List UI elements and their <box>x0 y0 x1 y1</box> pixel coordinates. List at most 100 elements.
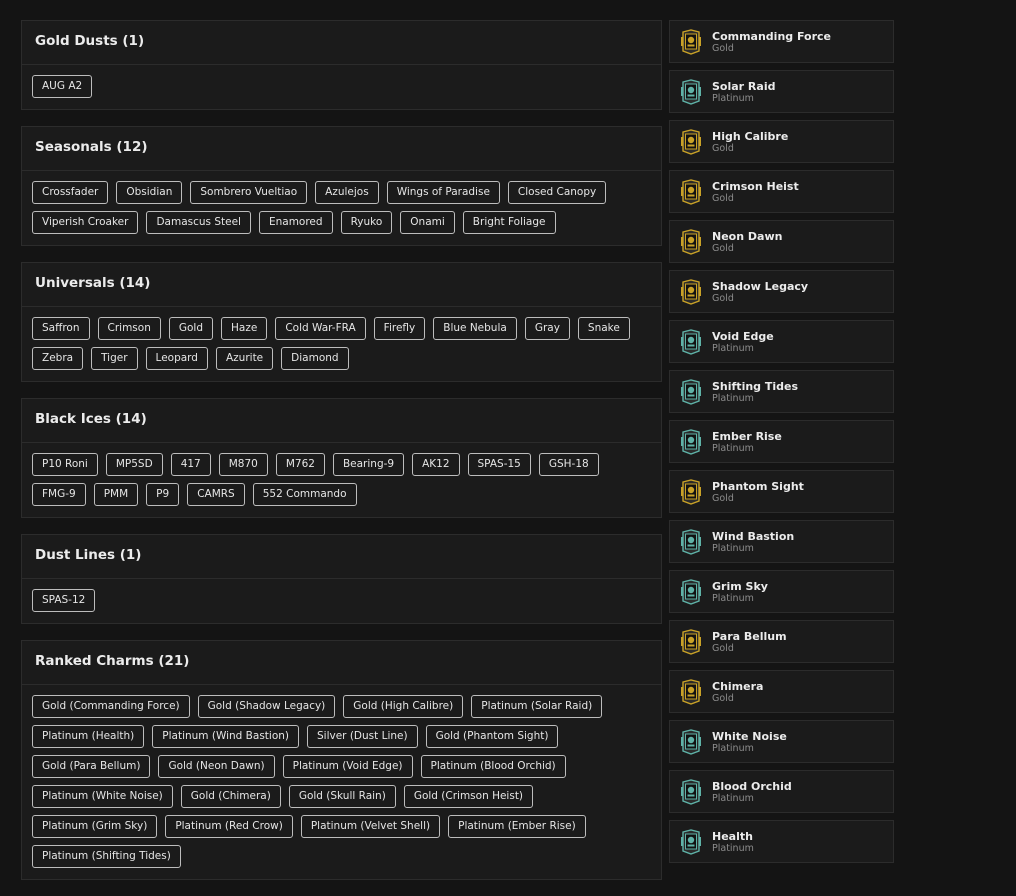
charm-card-chimera[interactable]: Chimera Gold <box>669 670 894 713</box>
charm-card-shadow-legacy[interactable]: Shadow Legacy Gold <box>669 270 894 313</box>
item-tag[interactable]: Leopard <box>145 347 208 370</box>
charm-card-solar-raid[interactable]: Solar Raid Platinum <box>669 70 894 113</box>
item-tag[interactable]: Gold (Crimson Heist) <box>403 785 534 808</box>
section-items: Saffron Crimson Gold Haze Cold War-FRA Firefl… <box>22 307 661 381</box>
item-tag[interactable]: Damascus Steel <box>146 211 251 234</box>
item-tag[interactable]: Platinum (Shifting Tides) <box>32 845 181 868</box>
item-tag[interactable]: Azulejos <box>315 181 379 204</box>
item-tag[interactable]: Zebra <box>32 347 84 370</box>
item-tag[interactable]: Diamond <box>281 347 349 370</box>
item-tag[interactable]: Snake <box>577 317 630 340</box>
charm-text: Shadow Legacy Gold <box>712 280 808 304</box>
item-tag[interactable]: Closed Canopy <box>507 181 607 204</box>
item-tag[interactable]: Obsidian <box>116 181 183 204</box>
charm-tier: Platinum <box>712 842 754 854</box>
item-tag[interactable]: Platinum (Blood Orchid) <box>420 755 566 778</box>
gold-charm-icon <box>679 178 712 205</box>
item-tag[interactable]: Gold (Para Bellum) <box>32 755 151 778</box>
charm-card-wind-bastion[interactable]: Wind Bastion Platinum <box>669 520 894 563</box>
item-tag[interactable]: Platinum (Health) <box>32 725 145 748</box>
item-tag[interactable]: Gold <box>168 317 213 340</box>
item-tag[interactable]: Crimson <box>97 317 161 340</box>
item-tag[interactable]: Enamored <box>258 211 333 234</box>
charm-tier: Gold <box>712 42 734 54</box>
item-tag[interactable]: Blue Nebula <box>433 317 517 340</box>
charm-name: White Noise <box>712 729 787 743</box>
item-tag[interactable]: M870 <box>218 453 268 476</box>
item-tag[interactable]: MP5SD <box>105 453 163 476</box>
item-tag[interactable]: Platinum (Ember Rise) <box>448 815 586 838</box>
item-tag[interactable]: AUG A2 <box>32 75 93 98</box>
item-tag[interactable]: Platinum (Red Crow) <box>165 815 293 838</box>
item-tag[interactable]: Cold War-FRA <box>275 317 366 340</box>
item-tag[interactable]: Tiger <box>91 347 138 370</box>
item-tag[interactable]: Gold (Shadow Legacy) <box>197 695 336 718</box>
charm-card-high-calibre[interactable]: High Calibre Gold <box>669 120 894 163</box>
charm-card-neon-dawn[interactable]: Neon Dawn Gold <box>669 220 894 263</box>
item-tag[interactable]: Platinum (Wind Bastion) <box>152 725 299 748</box>
item-tag[interactable]: GSH-18 <box>538 453 599 476</box>
charm-name: Chimera <box>712 679 764 693</box>
item-tag[interactable]: Haze <box>221 317 268 340</box>
item-tag[interactable]: Platinum (Grim Sky) <box>32 815 158 838</box>
item-tag[interactable]: Wings of Paradise <box>386 181 500 204</box>
item-tag[interactable]: Gold (High Calibre) <box>343 695 464 718</box>
item-tag[interactable]: Viperish Croaker <box>32 211 139 234</box>
gold-charm-icon <box>679 28 712 55</box>
charm-tier: Gold <box>712 242 734 254</box>
item-tag[interactable]: Platinum (Void Edge) <box>282 755 413 778</box>
item-tag[interactable]: Azurite <box>215 347 274 370</box>
item-tag[interactable]: Gold (Skull Rain) <box>288 785 396 808</box>
charm-card-phantom-sight[interactable]: Phantom Sight Gold <box>669 470 894 513</box>
charm-card-shifting-tides[interactable]: Shifting Tides Platinum <box>669 370 894 413</box>
item-tag[interactable]: Gray <box>524 317 570 340</box>
charm-card-grim-sky[interactable]: Grim Sky Platinum <box>669 570 894 613</box>
charm-card-health[interactable]: Health Platinum <box>669 820 894 863</box>
item-tag[interactable]: Platinum (White Noise) <box>32 785 173 808</box>
charm-text: Phantom Sight Gold <box>712 480 804 504</box>
item-tag[interactable]: Gold (Phantom Sight) <box>425 725 559 748</box>
charm-card-crimson-heist[interactable]: Crimson Heist Gold <box>669 170 894 213</box>
platinum-charm-icon <box>679 328 712 355</box>
item-tag[interactable]: Gold (Neon Dawn) <box>158 755 275 778</box>
item-tag[interactable]: Silver (Dust Line) <box>307 725 418 748</box>
charm-card-ember-rise[interactable]: Ember Rise Platinum <box>669 420 894 463</box>
item-tag[interactable]: Ryuko <box>340 211 393 234</box>
item-tag[interactable]: Onami <box>400 211 455 234</box>
item-tag[interactable]: Platinum (Velvet Shell) <box>300 815 441 838</box>
item-tag[interactable]: AK12 <box>412 453 460 476</box>
item-tag[interactable]: P10 Roni <box>32 453 98 476</box>
item-tag[interactable]: 552 Commando <box>252 483 357 506</box>
item-tag[interactable]: Gold (Commanding Force) <box>32 695 190 718</box>
item-tag[interactable]: SPAS-15 <box>467 453 531 476</box>
charm-card-void-edge[interactable]: Void Edge Platinum <box>669 320 894 363</box>
item-tag[interactable]: P9 <box>146 483 180 506</box>
charm-name: Commanding Force <box>712 29 832 43</box>
gold-charm-icon <box>679 628 712 655</box>
item-tag[interactable]: Gold (Chimera) <box>180 785 281 808</box>
item-tag[interactable]: Sombrero Vueltiao <box>190 181 308 204</box>
item-tag[interactable]: Crossfader <box>32 181 109 204</box>
platinum-charm-icon <box>679 428 712 455</box>
item-tag[interactable]: Bearing-9 <box>332 453 405 476</box>
charm-card-para-bellum[interactable]: Para Bellum Gold <box>669 620 894 663</box>
charm-name: Wind Bastion <box>712 529 795 543</box>
charm-card-blood-orchid[interactable]: Blood Orchid Platinum <box>669 770 894 813</box>
charm-name: Shifting Tides <box>712 379 799 393</box>
item-tag[interactable]: CAMRS <box>187 483 245 506</box>
item-tag[interactable]: Firefly <box>373 317 426 340</box>
item-tag[interactable]: 417 <box>170 453 211 476</box>
charm-text: Crimson Heist Gold <box>712 180 799 204</box>
item-tag[interactable]: PMM <box>93 483 139 506</box>
platinum-charm-icon <box>679 578 712 605</box>
item-tag[interactable]: SPAS-12 <box>32 589 96 612</box>
charm-card-white-noise[interactable]: White Noise Platinum <box>669 720 894 763</box>
item-tag[interactable]: Platinum (Solar Raid) <box>471 695 603 718</box>
item-tag[interactable]: FMG-9 <box>32 483 86 506</box>
item-tag[interactable]: Bright Foliage <box>462 211 556 234</box>
charm-tier: Platinum <box>712 542 754 554</box>
item-tag[interactable]: Saffron <box>32 317 90 340</box>
item-tag[interactable]: M762 <box>275 453 325 476</box>
charm-card-commanding-force[interactable]: Commanding Force Gold <box>669 20 894 63</box>
charm-tier: Gold <box>712 142 734 154</box>
